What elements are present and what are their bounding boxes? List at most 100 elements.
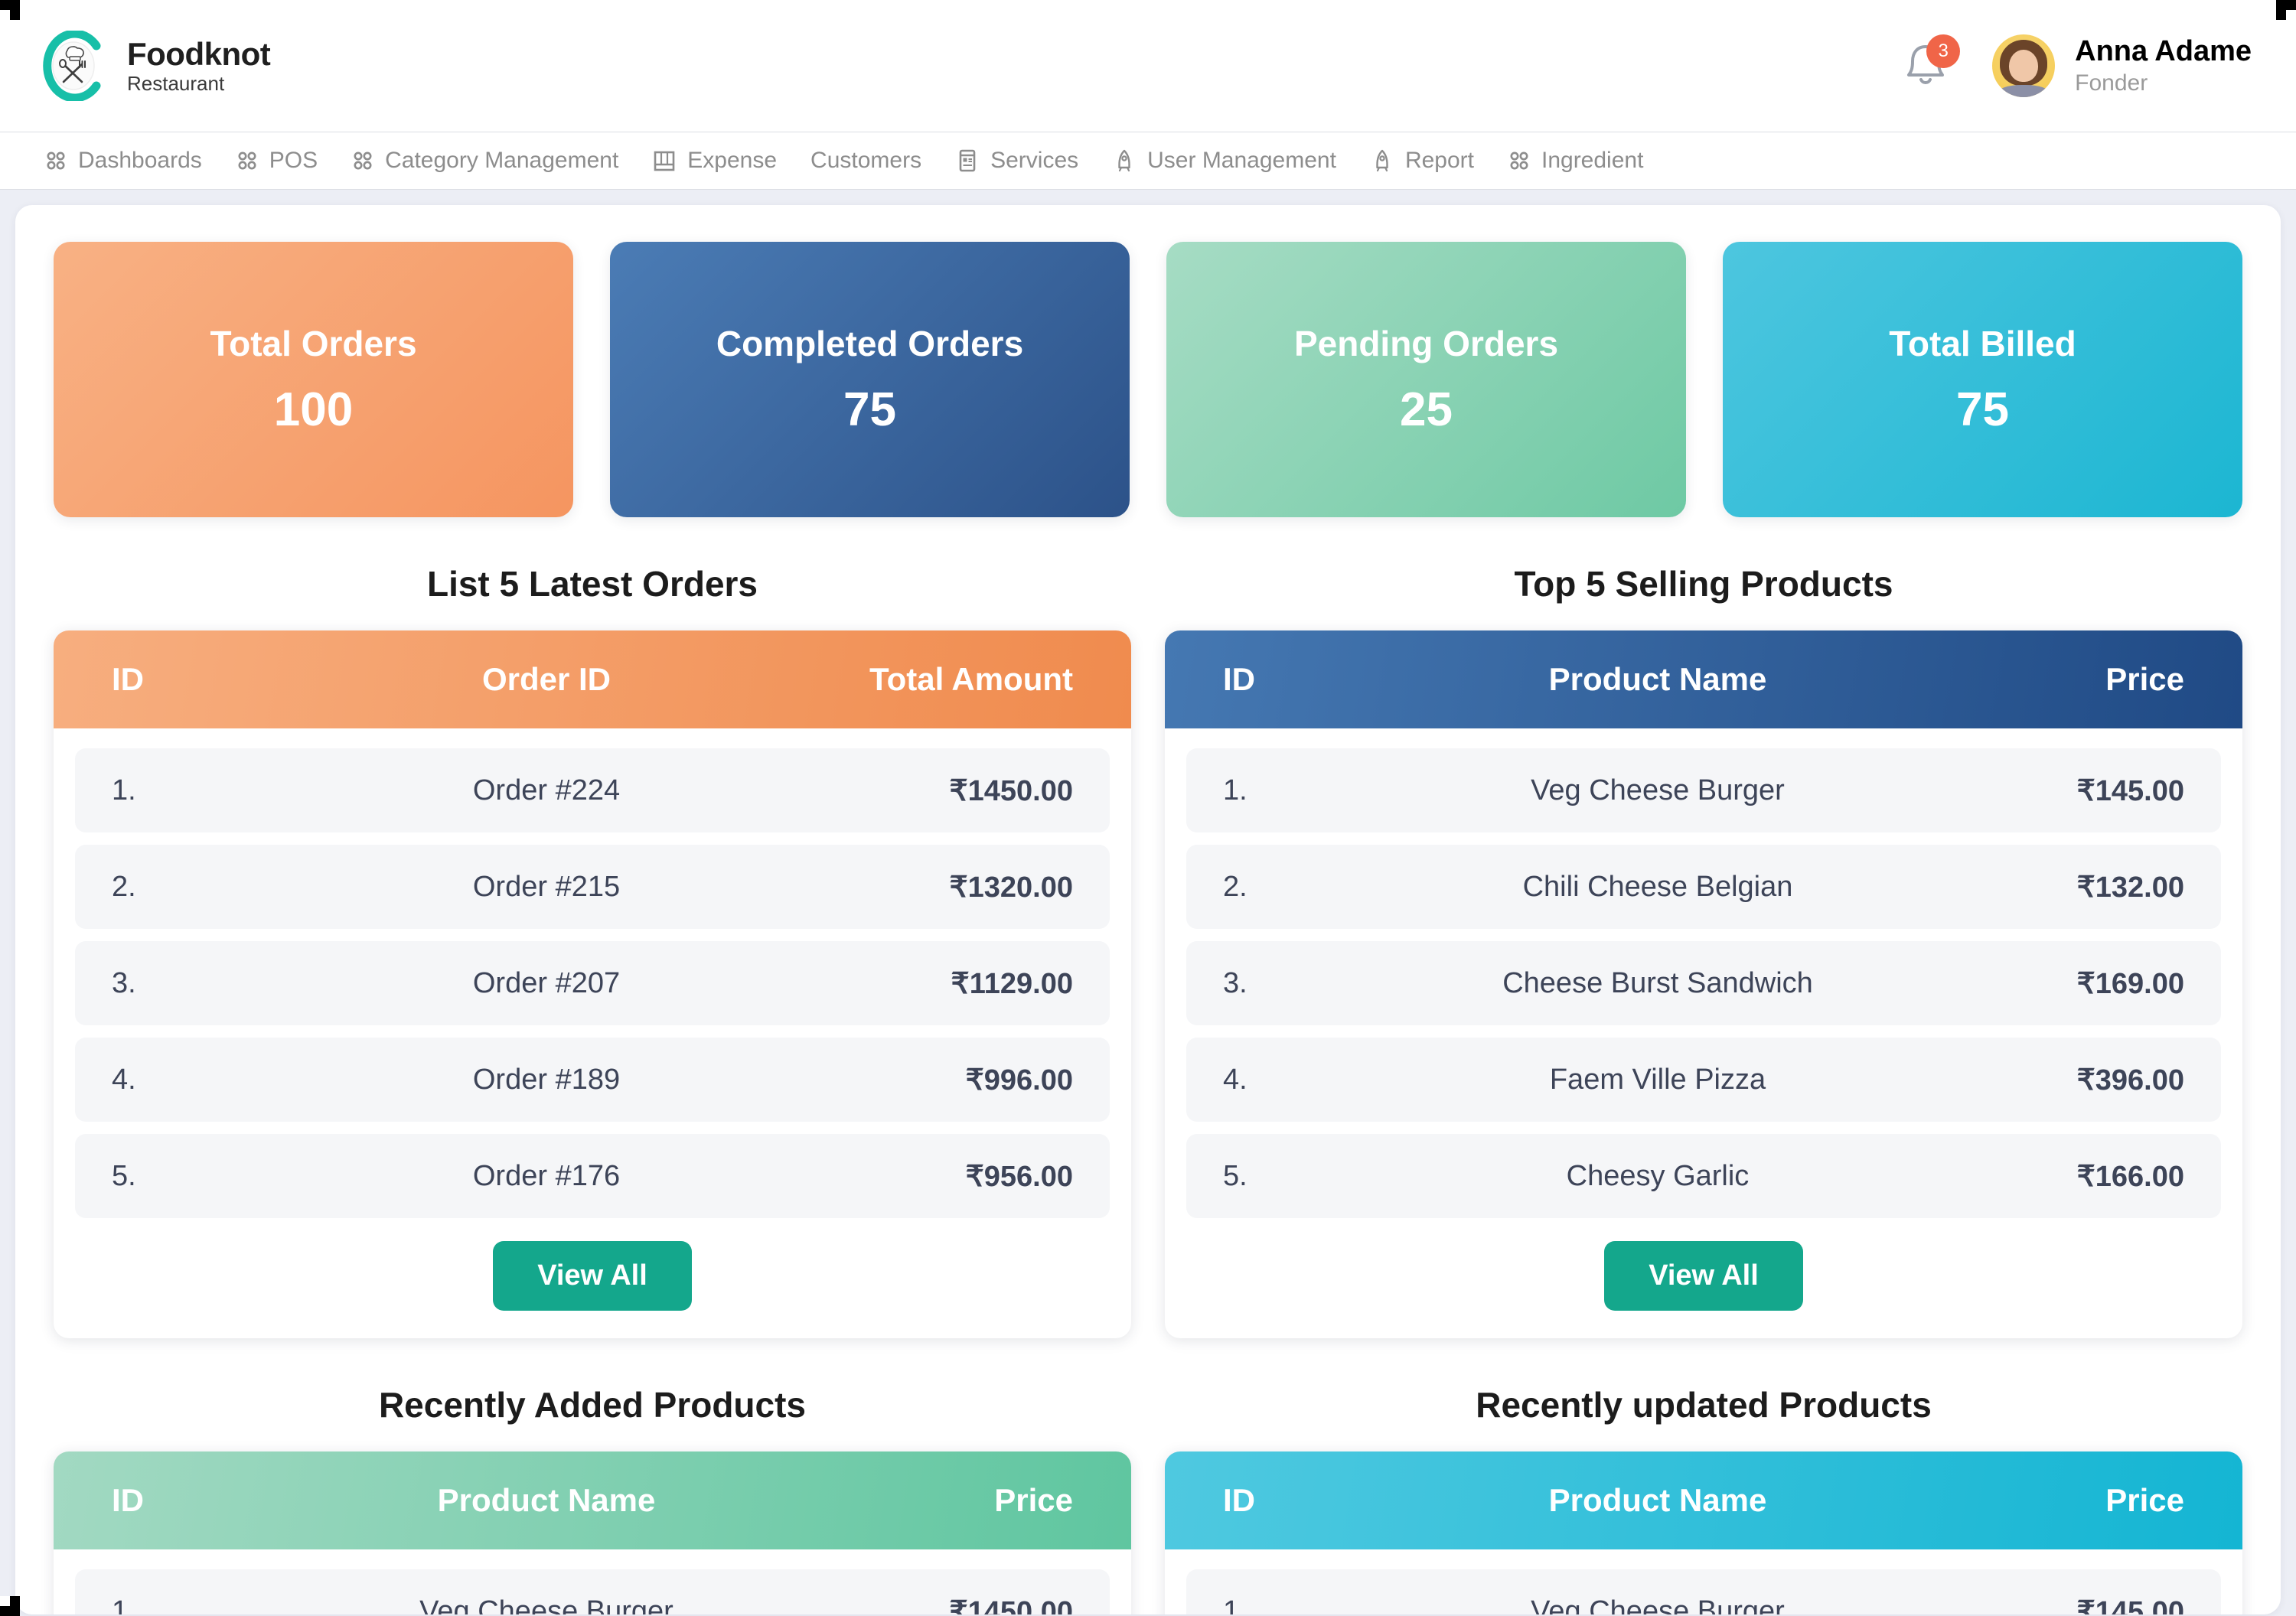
stat-card-total-billed[interactable]: Total Billed 75 (1723, 242, 2242, 517)
nav-item-label: Category Management (385, 148, 619, 173)
cell-order: Order #207 (472, 966, 621, 999)
stat-card-total-orders[interactable]: Total Orders 100 (54, 242, 573, 517)
panel-top-products: Top 5 Selling Products ID Product Name P… (1165, 563, 2242, 1338)
stat-label: Pending Orders (1293, 323, 1559, 363)
grid-dots-icon (236, 149, 259, 172)
brand-subtitle: Restaurant (127, 71, 225, 95)
column-header-order: Order ID (481, 661, 612, 697)
nav-item-pos[interactable]: POS (219, 132, 334, 189)
view-all-orders-button[interactable]: View All (493, 1241, 692, 1311)
stat-card-pending-orders[interactable]: Pending Orders 25 (1166, 242, 1686, 517)
table-row[interactable]: 3. Order #207 ₹1129.00 (75, 941, 1110, 1025)
column-header-id: ID (112, 1482, 144, 1518)
cell-id: 5. (112, 1159, 136, 1192)
table-row[interactable]: 1 Veg Cheese Burger ₹1450.00 (75, 1569, 1110, 1614)
rocket-icon (1112, 148, 1137, 173)
panel-latest-orders: List 5 Latest Orders ID Order ID Total A… (54, 563, 1131, 1338)
stat-value: 25 (1400, 383, 1453, 436)
column-header-price: Price (2105, 661, 2184, 697)
nav-item-label: User Management (1147, 148, 1336, 173)
table-row[interactable]: 4. Order #189 ₹996.00 (75, 1038, 1110, 1122)
cell-price: ₹132.00 (2076, 871, 2184, 904)
nav-item-label: Ingredient (1541, 148, 1644, 173)
stat-value: 75 (1956, 383, 2009, 436)
cell-product: Faem Ville Pizza (1549, 1063, 1766, 1096)
user-menu[interactable]: Anna Adame Fonder (1992, 34, 2252, 97)
nav-item-services[interactable]: Services (938, 132, 1095, 189)
corner-marker-bottom-left (0, 1596, 20, 1616)
grid-dots-icon (351, 149, 374, 172)
nav-item-dashboards[interactable]: Dashboards (28, 132, 219, 189)
table-row[interactable]: 1 Veg Cheese Burger ₹145.00 (1186, 1569, 2221, 1614)
column-header-amount: Total Amount (869, 661, 1073, 697)
panel-title: Recently Added Products (378, 1385, 807, 1425)
panel-title: List 5 Latest Orders (426, 564, 758, 604)
user-role: Fonder (2075, 70, 2148, 96)
corner-marker-top-right (2276, 0, 2296, 20)
cell-price: ₹169.00 (2076, 967, 2184, 1000)
nav-item-label: Report (1404, 148, 1474, 173)
brand-logo-block[interactable]: Foodknot Restaurant (40, 29, 271, 103)
cell-order: Order #215 (472, 870, 621, 903)
table-row[interactable]: 1. Order #224 ₹1450.00 (75, 748, 1110, 832)
nav-item-category-management[interactable]: Category Management (334, 132, 635, 189)
cell-id: 1. (112, 774, 136, 806)
table-row[interactable]: 4. Faem Ville Pizza ₹396.00 (1186, 1038, 2221, 1122)
document-card-icon (955, 148, 980, 173)
table-row[interactable]: 5. Order #176 ₹956.00 (75, 1134, 1110, 1218)
nav-item-label: Customers (810, 148, 922, 173)
cell-product: Chili Cheese Belgian (1522, 870, 1793, 903)
table-row[interactable]: 2. Chili Cheese Belgian ₹132.00 (1186, 845, 2221, 929)
dashboard-content-card: Total Orders 100 Completed Orders 75 Pen… (15, 205, 2281, 1614)
nav-item-expense[interactable]: Expense (635, 132, 794, 189)
cell-order: Order #224 (472, 774, 621, 806)
panel-title: Top 5 Selling Products (1514, 564, 1893, 604)
table-header: ID Product Name Price (54, 1451, 1131, 1549)
cell-price: ₹1450.00 (949, 1595, 1073, 1615)
table-row[interactable]: 1. Veg Cheese Burger ₹145.00 (1186, 748, 2221, 832)
table-header: ID Product Name Price (1165, 630, 2242, 728)
stat-card-completed-orders[interactable]: Completed Orders 75 (610, 242, 1130, 517)
panel-recently-added: Recently Added Products ID Product Name … (54, 1384, 1131, 1614)
cabinet-icon (652, 148, 677, 173)
avatar (1992, 34, 2056, 97)
brand-name: Foodknot (127, 35, 271, 72)
view-all-products-button[interactable]: View All (1604, 1241, 1803, 1311)
column-header-product: Product Name (1548, 1482, 1767, 1518)
stat-value: 100 (273, 383, 354, 436)
cell-id: 5. (1223, 1159, 1247, 1192)
nav-item-customers[interactable]: Customers (794, 132, 938, 189)
column-header-price: Price (2105, 1482, 2184, 1518)
table-row[interactable]: 5. Cheesy Garlic ₹166.00 (1186, 1134, 2221, 1218)
cell-price: ₹145.00 (2076, 774, 2184, 807)
column-header-price: Price (994, 1482, 1073, 1518)
nav-item-label: POS (269, 148, 318, 173)
nav-item-ingredient[interactable]: Ingredient (1491, 132, 1660, 189)
table-row[interactable]: 2. Order #215 ₹1320.00 (75, 845, 1110, 929)
stat-label: Completed Orders (716, 323, 1024, 363)
table-header: ID Product Name Price (1165, 1451, 2242, 1549)
cell-amount: ₹956.00 (965, 1160, 1073, 1193)
cell-price: ₹396.00 (2076, 1064, 2184, 1096)
cell-id: 3. (1223, 966, 1247, 999)
notification-bell-button[interactable]: 3 (1902, 34, 1961, 91)
cell-product: Cheesy Garlic (1566, 1159, 1750, 1192)
column-header-product: Product Name (437, 1482, 656, 1518)
stat-label: Total Billed (1889, 323, 2076, 363)
panel-recently-updated: Recently updated Products ID Product Nam… (1165, 1384, 2242, 1614)
table-row[interactable]: 3. Cheese Burst Sandwich ₹169.00 (1186, 941, 2221, 1025)
grid-dots-icon (1508, 149, 1531, 172)
user-name: Anna Adame (2075, 34, 2252, 67)
chef-hat-spoon-fork-icon (40, 29, 107, 103)
top-bar: Foodknot Restaurant 3 Anna Adame Fonder (0, 0, 2296, 132)
nav-item-user-management[interactable]: User Management (1095, 132, 1353, 189)
column-header-product: Product Name (1548, 661, 1767, 697)
cell-product: Veg Cheese Burger (1531, 774, 1785, 806)
stat-label: Total Orders (210, 323, 417, 363)
nav-item-label: Services (990, 148, 1079, 173)
grid-dots-icon (44, 149, 67, 172)
cell-order: Order #189 (472, 1063, 621, 1096)
nav-item-report[interactable]: Report (1353, 132, 1491, 189)
cell-price: ₹166.00 (2076, 1160, 2184, 1193)
cell-amount: ₹1129.00 (951, 967, 1073, 1000)
